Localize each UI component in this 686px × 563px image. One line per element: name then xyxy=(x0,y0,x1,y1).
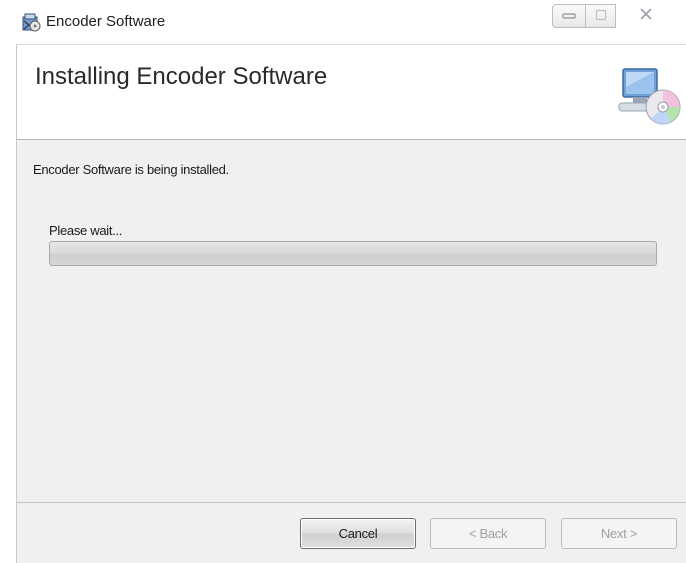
next-button[interactable]: Next > xyxy=(561,518,677,549)
footer-buttons: Cancel < Back Next > xyxy=(16,502,686,563)
install-status-text: Encoder Software is being installed. xyxy=(33,162,229,177)
caption-buttons xyxy=(552,4,676,30)
maximize-button[interactable] xyxy=(586,4,616,28)
minimize-icon xyxy=(562,9,576,23)
computer-cd-icon xyxy=(615,63,685,129)
window-title: Encoder Software xyxy=(46,13,166,30)
header-band: Installing Encoder Software xyxy=(16,44,686,140)
install-progress-bar xyxy=(49,241,657,266)
back-button[interactable]: < Back xyxy=(430,518,546,549)
cancel-button[interactable]: Cancel xyxy=(300,518,416,549)
installer-app-icon xyxy=(20,11,42,33)
page-title: Installing Encoder Software xyxy=(35,63,328,90)
installer-window: Encoder Software Installing Encoder Soft… xyxy=(0,0,686,563)
body-area: Encoder Software is being installed. Ple… xyxy=(16,140,686,502)
minimize-button[interactable] xyxy=(552,4,586,28)
maximize-icon xyxy=(595,9,607,24)
close-icon xyxy=(639,7,653,26)
close-button[interactable] xyxy=(616,4,676,28)
title-bar[interactable]: Encoder Software xyxy=(0,0,686,44)
please-wait-label: Please wait... xyxy=(49,223,123,238)
